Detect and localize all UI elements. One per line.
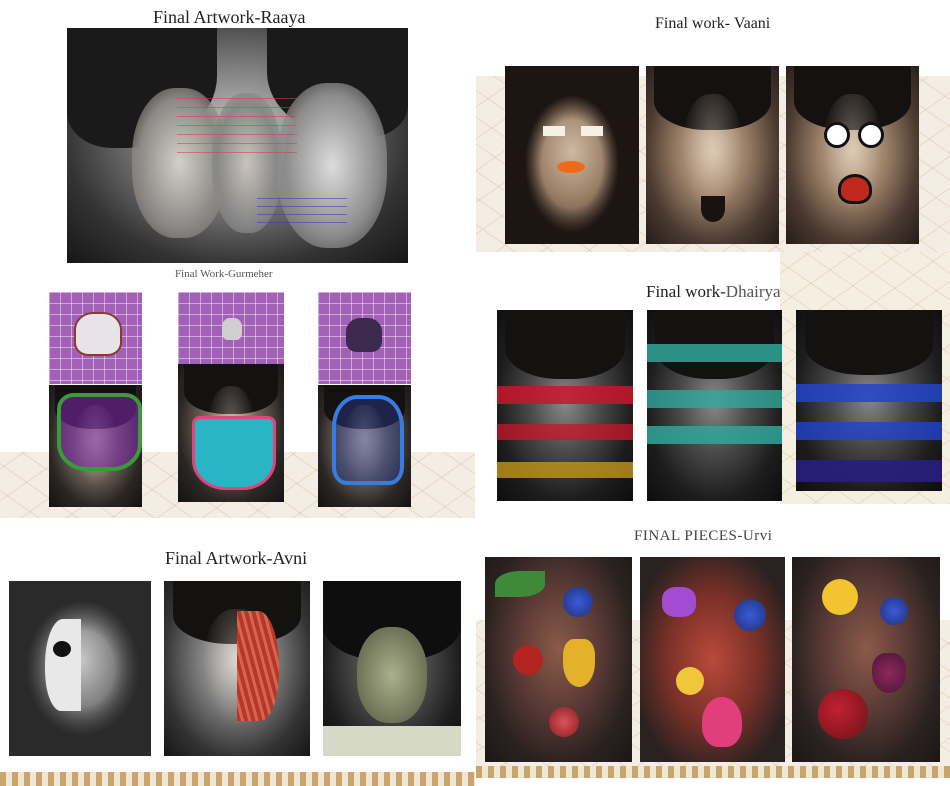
artwork-vaani-3	[786, 66, 919, 244]
yellow-pepper	[563, 639, 595, 687]
artwork-dhairya-1	[497, 310, 633, 501]
mask-icon-2	[222, 318, 242, 340]
artwork-urvi-3	[792, 557, 940, 762]
title-vaani: Final work- Vaani	[655, 15, 771, 32]
title-dhairya-name: Dhairya	[725, 282, 781, 301]
artwork-urvi-1	[485, 557, 632, 762]
mask-icon-1	[74, 312, 122, 356]
artwork-raaya	[67, 28, 408, 263]
pomegranate	[818, 689, 868, 739]
lips-orange	[557, 161, 585, 173]
eyes-white	[543, 126, 603, 136]
title-dhairya: Final work-Dhairya	[646, 282, 781, 302]
face-green	[357, 627, 427, 723]
artwork-avni-3	[323, 581, 461, 756]
hair	[505, 310, 625, 379]
blueberries	[563, 587, 593, 617]
grid-panel-3	[318, 292, 411, 384]
artwork-dhairya-3	[796, 310, 942, 491]
rose-red	[549, 707, 579, 737]
flower-yellow	[822, 579, 858, 615]
dragonfruit	[702, 697, 742, 747]
helmet-blue	[332, 395, 404, 485]
skull-eye	[53, 641, 71, 657]
muscle-half	[237, 611, 279, 721]
artwork-gurmeher-2	[178, 364, 284, 502]
blue-lines	[257, 198, 347, 228]
stripe-navy	[796, 460, 942, 482]
leaf-green	[495, 571, 545, 597]
title-avni: Final Artwork-Avni	[165, 548, 308, 568]
stripe-blue-1	[796, 384, 942, 402]
title-gurmeher: Final Work-Gurmeher	[175, 268, 273, 280]
bottom-border-right	[476, 766, 950, 778]
red-lines	[177, 98, 297, 158]
stripe-yellow	[497, 462, 633, 478]
artwork-gurmeher-3	[318, 385, 411, 507]
artwork-avni-1	[9, 581, 151, 756]
long-hair	[505, 66, 639, 244]
stripe-red-1	[497, 386, 633, 404]
artwork-avni-2	[164, 581, 310, 756]
stripe-teal-3	[647, 426, 782, 444]
artwork-vaani-1	[505, 66, 639, 244]
mask-icon-3	[346, 318, 382, 352]
title-urvi: FINAL PIECES-Urvi	[634, 528, 773, 544]
grid-panel-2	[178, 292, 284, 364]
skull-half	[45, 619, 81, 711]
hair	[804, 310, 934, 376]
beard-goatee	[701, 196, 725, 222]
stripe-teal-2	[647, 390, 782, 408]
grid-panel-1	[49, 292, 142, 384]
title-raaya: Final Artwork-Raaya	[153, 7, 306, 27]
helmet-green	[57, 393, 142, 471]
bottom-border-left	[0, 772, 475, 786]
mask-cyan	[192, 416, 276, 490]
stripe-red-2	[497, 424, 633, 440]
artwork-urvi-2	[640, 557, 785, 762]
cartoon-mouth	[838, 174, 872, 204]
apple-red	[513, 645, 543, 675]
berries-blue-2	[880, 597, 908, 625]
berries-blue	[734, 599, 766, 631]
flower-purple	[662, 587, 696, 617]
grapes-purple	[872, 653, 906, 693]
lemon-yellow	[676, 667, 704, 695]
stripe-teal-1	[647, 344, 782, 362]
artwork-vaani-2	[646, 66, 779, 244]
cartoon-eye-left	[824, 122, 850, 148]
stripe-blue-2	[796, 422, 942, 440]
artwork-gurmeher-1	[49, 385, 142, 507]
title-dhairya-prefix: Final work-	[646, 282, 726, 301]
artwork-dhairya-2	[647, 310, 782, 501]
shirt-light	[323, 726, 461, 756]
cartoon-eye-right	[858, 122, 884, 148]
